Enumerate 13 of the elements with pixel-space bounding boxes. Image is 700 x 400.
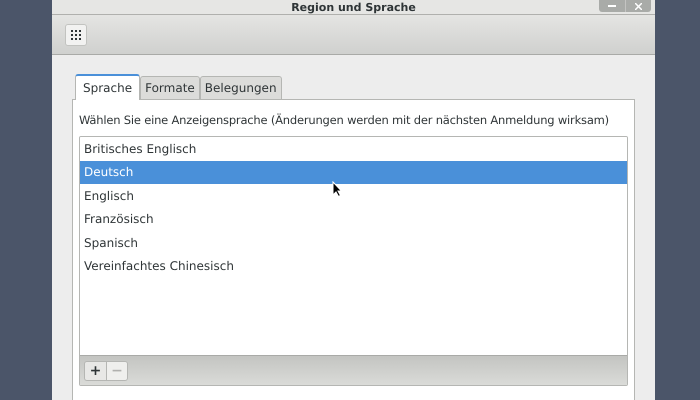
tab[interactable]: Belegungen — [200, 76, 282, 99]
tab[interactable]: Formate — [140, 76, 200, 99]
grid-icon — [71, 30, 81, 40]
minimize-icon — [608, 5, 616, 7]
window-title: Region und Sprache — [291, 0, 416, 14]
tab[interactable]: Sprache — [75, 74, 140, 100]
close-icon — [635, 2, 642, 10]
close-button[interactable] — [625, 0, 651, 12]
add-button[interactable]: + — [84, 360, 106, 380]
mouse-pointer-icon — [332, 181, 342, 197]
minimize-button[interactable] — [599, 0, 625, 12]
description-text: Wählen Sie eine Anzeigensprache (Änderungen werden mit der nächsten Anmeldung wirksam) — [79, 112, 609, 128]
app-grid-button[interactable] — [65, 24, 87, 46]
